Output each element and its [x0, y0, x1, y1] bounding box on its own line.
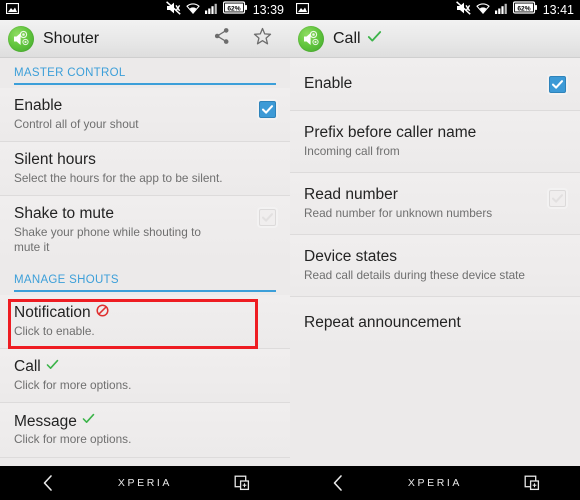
status-bar-system-icons: 62% 13:41	[455, 0, 574, 20]
list-item-prefix-before-caller-name[interactable]: Prefix before caller name Incoming call …	[290, 111, 580, 174]
star-icon[interactable]	[253, 27, 272, 51]
list-item-title: Message	[14, 412, 77, 430]
signal-bars-icon	[204, 1, 218, 19]
section-header-master-control: MASTER CONTROL	[0, 58, 290, 88]
dual-screenshot-container: 62% 13:39 Shouter MASTER CONTROL Enable …	[0, 0, 580, 500]
left-status-bar: 62% 13:39	[0, 0, 290, 20]
prohibited-icon	[96, 304, 109, 322]
signal-bars-icon	[494, 1, 508, 19]
list-item-text: Enable	[304, 75, 541, 93]
list-item-title: Repeat announcement	[304, 314, 461, 332]
right-phone-screen: 62% 13:41 Call Enable Prefix before call…	[290, 0, 580, 500]
list-item-enable[interactable]: Enable	[290, 58, 580, 111]
battery-icon: 62%	[512, 1, 537, 19]
list-item-title: Enable	[14, 97, 63, 114]
enable-checkbox[interactable]	[259, 101, 276, 118]
list-item-text: Notification Click to enable.	[14, 304, 276, 339]
list-item-repeat-announcement[interactable]: Repeat announcement	[290, 297, 580, 350]
xperia-brand-label: XPERIA	[407, 477, 463, 489]
list-item-title: Read number	[304, 186, 398, 204]
right-action-bar: Call	[290, 20, 580, 58]
shouter-app-icon	[8, 25, 34, 52]
status-bar-system-icons: 62% 13:39	[165, 0, 284, 20]
wifi-icon	[475, 1, 490, 19]
section-divider	[14, 289, 276, 292]
list-item-title: Shake to mute	[14, 205, 114, 223]
right-status-bar: 62% 13:41	[290, 0, 580, 20]
image-icon	[295, 1, 310, 19]
list-item-subtitle: Click to enable.	[14, 323, 95, 338]
list-item-subtitle: Shake your phone while shouting to mute …	[14, 225, 201, 255]
xperia-brand-label: XPERIA	[117, 477, 173, 489]
left-settings-list[interactable]: MASTER CONTROL Enable Control all of you…	[0, 58, 290, 500]
list-item-subtitle: Control all of your shout	[14, 116, 139, 131]
list-item-enable[interactable]: Enable Control all of your shout	[0, 88, 290, 143]
battery-icon: 62%	[222, 1, 247, 19]
back-icon[interactable]	[313, 466, 363, 500]
list-item-text: Prefix before caller name Incoming call …	[304, 124, 566, 159]
left-phone-screen: 62% 13:39 Shouter MASTER CONTROL Enable …	[0, 0, 290, 500]
status-bar-notifications	[295, 1, 310, 19]
list-item-text: Message Click for more options.	[14, 412, 276, 447]
green-check-icon	[82, 412, 95, 430]
section-header-label: MANAGE SHOUTS	[14, 273, 119, 286]
list-item-title: Notification	[14, 303, 91, 321]
status-bar-clock: 13:39	[252, 2, 284, 17]
list-item-text: Enable Control all of your shout	[14, 97, 251, 132]
list-item-title: Prefix before caller name	[304, 124, 477, 141]
list-item-subtitle: Click for more options.	[14, 378, 132, 393]
list-item-device-states[interactable]: Device states Read call details during t…	[290, 235, 580, 298]
list-item-shake-to-mute[interactable]: Shake to mute Shake your phone while sho…	[0, 196, 290, 265]
list-item-text: Shake to mute Shake your phone while sho…	[14, 205, 251, 255]
status-bar-notifications	[5, 1, 20, 19]
volume-mute-icon	[165, 0, 181, 20]
list-item-call[interactable]: Call Click for more options.	[0, 349, 290, 404]
list-item-message[interactable]: Message Click for more options.	[0, 403, 290, 458]
page-title: Call	[333, 29, 361, 47]
section-header-manage-shouts: MANAGE SHOUTS	[0, 265, 290, 295]
list-item-subtitle: Read call details during these device st…	[304, 268, 525, 283]
enable-checkbox[interactable]	[549, 76, 566, 93]
action-bar-actions	[213, 27, 282, 51]
volume-mute-icon	[455, 0, 471, 20]
image-icon	[5, 1, 20, 19]
green-check-icon	[46, 358, 59, 376]
list-item-text: Device states Read call details during t…	[304, 248, 566, 283]
shouter-app-icon	[298, 25, 324, 52]
list-item-text: Read number Read number for unknown numb…	[304, 186, 541, 221]
list-item-title: Silent hours	[14, 151, 96, 169]
svg-text:62%: 62%	[517, 5, 530, 12]
back-icon[interactable]	[23, 466, 73, 500]
section-divider	[14, 83, 276, 85]
list-item-text: Repeat announcement	[304, 314, 566, 332]
list-item-title: Enable	[304, 75, 353, 92]
shake-to-mute-checkbox[interactable]	[259, 209, 276, 227]
list-item-title: Call	[14, 358, 41, 376]
left-nav-bar: XPERIA	[0, 466, 290, 500]
green-check-icon	[367, 29, 382, 49]
left-action-bar: Shouter	[0, 20, 290, 58]
list-item-read-number[interactable]: Read number Read number for unknown numb…	[290, 173, 580, 236]
svg-text:62%: 62%	[227, 5, 240, 12]
wifi-icon	[185, 1, 200, 19]
section-header-label: MASTER CONTROL	[14, 67, 126, 79]
list-item-subtitle: Incoming call from	[304, 143, 400, 158]
read-number-checkbox[interactable]	[549, 190, 566, 208]
status-bar-clock: 13:41	[542, 2, 574, 17]
list-item-subtitle: Read number for unknown numbers	[304, 205, 493, 220]
list-item-subtitle: Click for more options.	[14, 432, 132, 447]
list-item-title: Device states	[304, 248, 398, 266]
list-item-notification[interactable]: Notification Click to enable.	[0, 294, 290, 350]
list-item-text: Silent hours Select the hours for the ap…	[14, 151, 276, 186]
list-item-subtitle: Select the hours for the app to be silen…	[14, 170, 223, 185]
page-title: Shouter	[43, 29, 100, 47]
recents-icon[interactable]	[507, 466, 557, 500]
recents-icon[interactable]	[217, 466, 267, 500]
list-item-silent-hours[interactable]: Silent hours Select the hours for the ap…	[0, 142, 290, 197]
right-nav-bar: XPERIA	[290, 466, 580, 500]
list-item-text: Call Click for more options.	[14, 358, 276, 393]
share-icon[interactable]	[213, 27, 231, 50]
right-settings-list[interactable]: Enable Prefix before caller name Incomin…	[290, 58, 580, 500]
